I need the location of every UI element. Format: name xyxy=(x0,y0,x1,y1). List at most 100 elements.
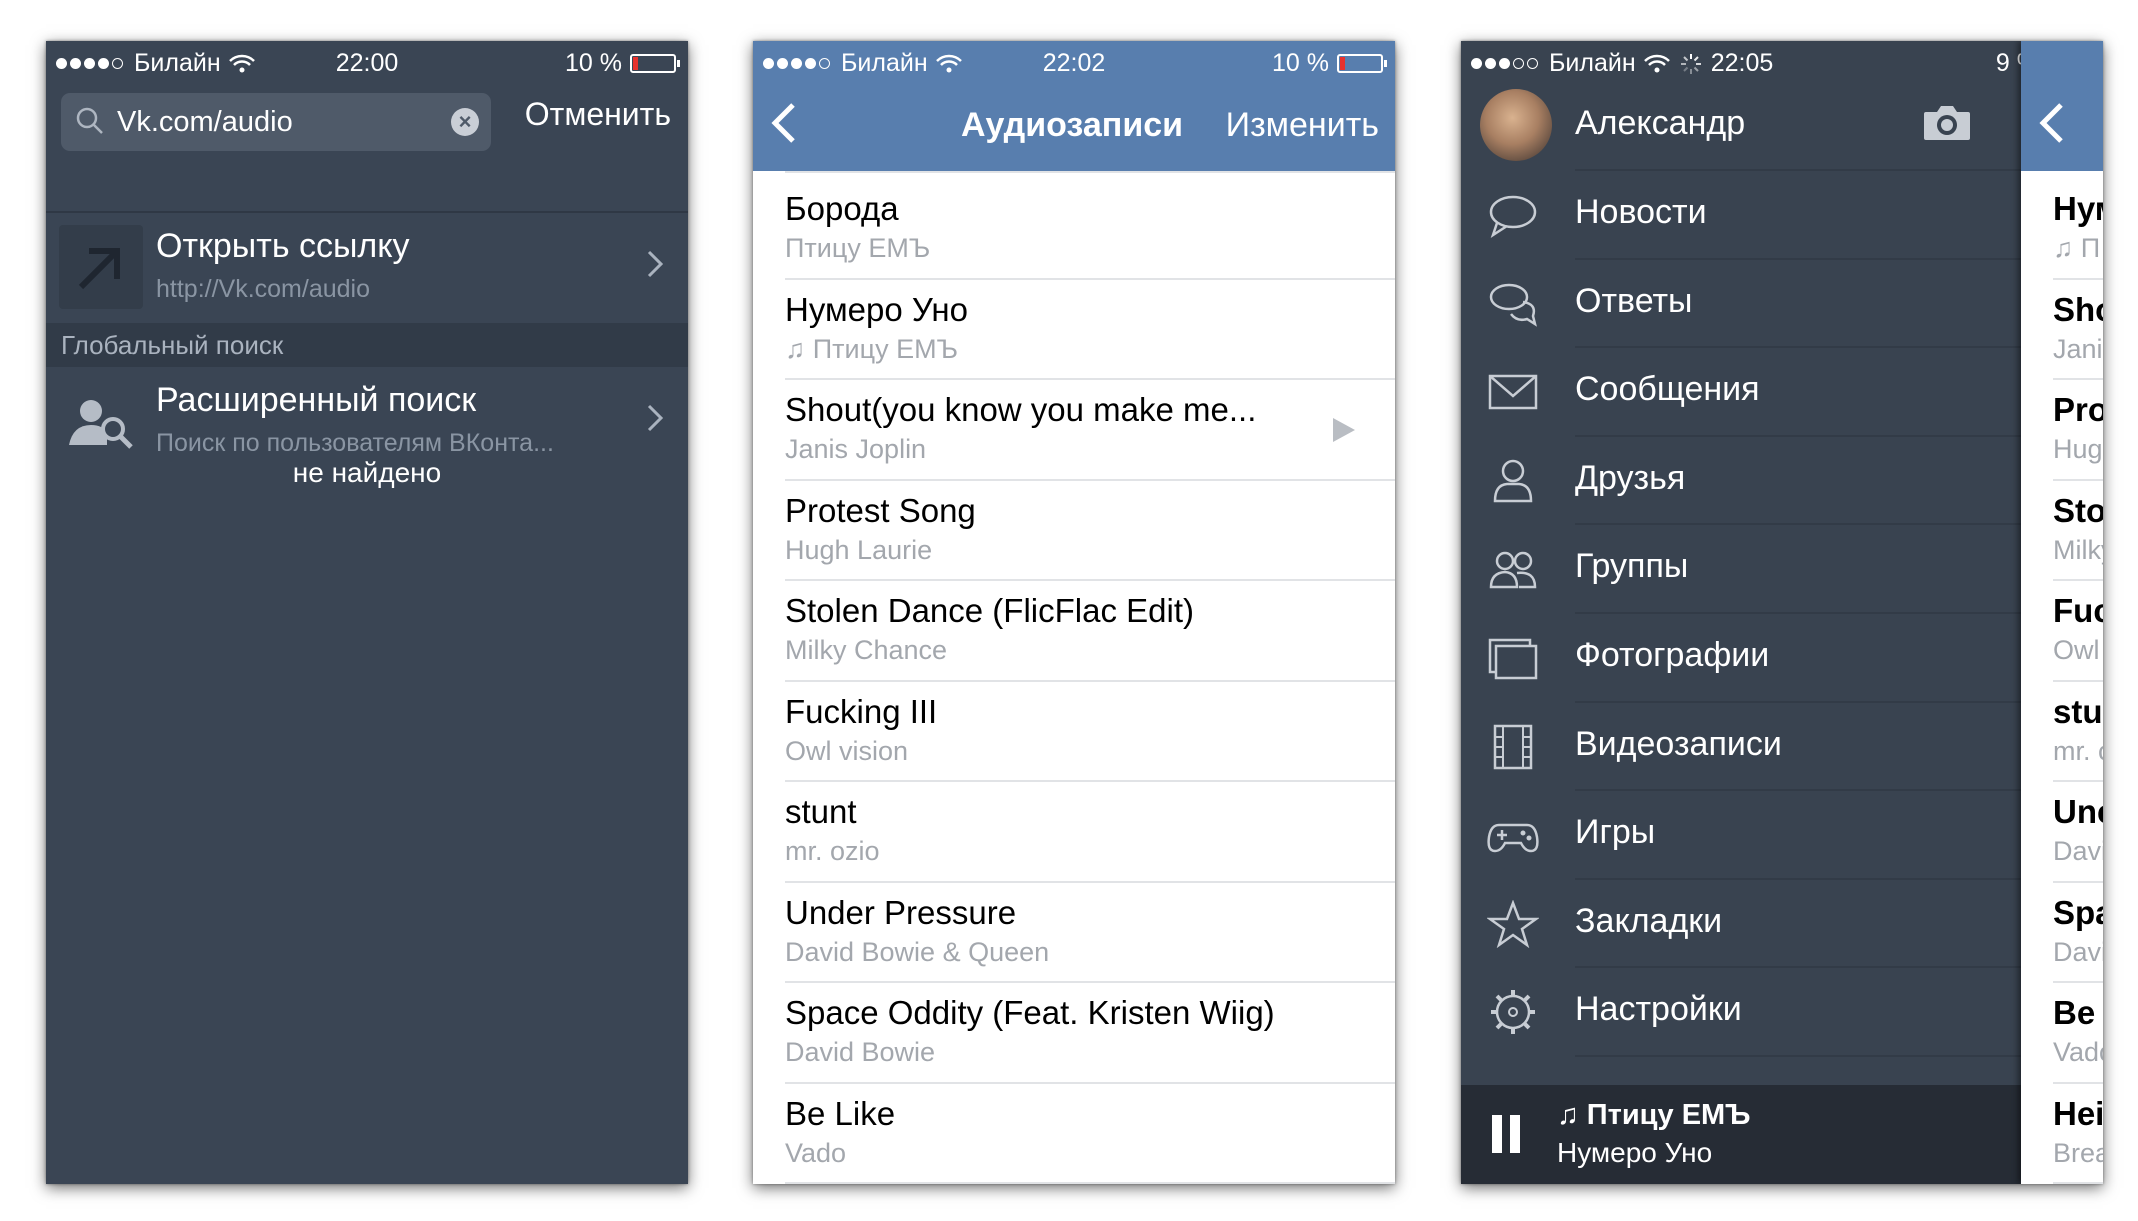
star-icon xyxy=(1486,899,1540,948)
back-chevron-icon[interactable] xyxy=(769,101,797,145)
battery-percent: 10 % xyxy=(1272,49,1329,77)
underlay-track-artist: Davi xyxy=(2053,836,2103,866)
underlay-track-row: Spa Davi xyxy=(2053,883,2103,983)
menu-item[interactable]: Новости xyxy=(1461,171,2021,260)
track-row[interactable]: Fucking III Owl vision xyxy=(785,682,1395,782)
underlay-track-title: Heis xyxy=(2053,1094,2103,1132)
pause-icon[interactable] xyxy=(1492,1115,1522,1153)
underlay-track-title: Fuc xyxy=(2053,592,2103,629)
clear-icon[interactable]: × xyxy=(451,108,479,136)
menu-item-label: Фотографии xyxy=(1575,635,1770,674)
underlay-track-title: stur xyxy=(2053,692,2103,730)
track-artist: Janis Joplin xyxy=(785,434,927,464)
track-row[interactable]: Space Oddity (Feat. Kristen Wiig) David B… xyxy=(785,983,1395,1084)
menu-item[interactable]: Сообщения xyxy=(1461,348,2021,437)
underlay-track-row: Unc Davi xyxy=(2053,782,2103,883)
track-row[interactable]: Stolen Dance (FlicFlac Edit) Milky Chance xyxy=(785,581,1395,682)
underlay-track-artist: Janis xyxy=(2053,333,2103,364)
track-title: Нумеро Уно xyxy=(785,290,968,328)
back-chevron-icon[interactable] xyxy=(2037,101,2065,145)
track-artist: Hugh Laurie xyxy=(785,534,933,565)
track-row[interactable]: Under Pressure David Bowie & Queen xyxy=(785,883,1395,983)
avatar[interactable] xyxy=(1480,89,1552,161)
play-icon[interactable] xyxy=(1331,416,1357,444)
track-row[interactable]: Борода Птицу ЕМЪ xyxy=(785,179,1395,280)
player-title: Нумеро Уно xyxy=(1557,1137,1713,1168)
person-icon xyxy=(1487,457,1539,505)
chevron-right-icon xyxy=(647,250,664,278)
underlay-track-row: stur mr. c xyxy=(2053,682,2103,782)
profile-name[interactable]: Александр xyxy=(1575,104,1745,143)
underlay-track-artist: Milky xyxy=(2053,534,2103,565)
underlay-track-row: Fuc Owl xyxy=(2053,581,2103,682)
open-link-row[interactable]: Открыть ссылку http://Vk.com/audio xyxy=(46,213,688,323)
menu-item-label: Друзья xyxy=(1575,458,1686,497)
battery-percent: 10 % xyxy=(565,49,622,77)
underlay-track-row: Sto Milky xyxy=(2053,481,2103,581)
open-link-title: Открыть ссылку xyxy=(156,227,410,265)
menu-item[interactable]: Фотографии xyxy=(1461,614,2021,703)
chevron-right-icon xyxy=(647,404,664,432)
clock: 22:05 xyxy=(1710,49,1774,77)
track-title: Shout(you know you make me... xyxy=(785,391,1257,428)
search-icon xyxy=(76,107,103,134)
track-artist: ♫ Птицу ЕМЪ xyxy=(785,333,958,364)
advanced-search-subtitle: Поиск по пользователям ВКонта... xyxy=(156,429,554,457)
not-found-message: не найдено xyxy=(292,457,442,488)
menu-item[interactable]: Игры xyxy=(1461,791,2021,880)
menu-item[interactable]: Друзья xyxy=(1461,437,2021,526)
underlay-track-title: Be l xyxy=(2053,994,2103,1031)
gamepad-icon xyxy=(1487,811,1539,859)
track-artist: Milky Chance xyxy=(785,635,948,665)
menu-item[interactable]: Ответы xyxy=(1461,260,2021,349)
track-row[interactable]: stunt mr. ozio xyxy=(785,782,1395,883)
menu-item-label: Группы xyxy=(1575,547,1689,586)
underlying-audio-screen[interactable]: Нум ♫ П Sho Janis Pro Hug Sto Milky Fuc Owl stur m… xyxy=(2021,41,2103,1184)
photos-icon xyxy=(1487,634,1539,682)
advanced-search-title: Расширенный поиск xyxy=(156,381,477,419)
track-row[interactable]: Shout(you know you make me... Janis Jopli… xyxy=(785,380,1395,481)
menu-item-label: Игры xyxy=(1575,813,1656,852)
track-title: Борода xyxy=(785,190,899,227)
menu-item-label: Настройки xyxy=(1575,990,1742,1029)
envelope-icon xyxy=(1487,368,1539,416)
underlay-track-title: Нум xyxy=(2053,190,2103,227)
status-bar: Билайн 22:02 10 % xyxy=(753,41,1395,87)
open-link-icon xyxy=(59,225,143,309)
track-artist: David Bowie & Queen xyxy=(785,936,1050,967)
film-icon xyxy=(1487,723,1539,771)
underlay-track-row: Be l Vado xyxy=(2053,983,2103,1084)
track-title: Be Like xyxy=(785,1094,896,1132)
underlay-track-artist: Vado xyxy=(2053,1037,2103,1067)
edit-button[interactable]: Изменить xyxy=(1226,106,1379,145)
gear-icon xyxy=(1487,988,1539,1036)
camera-icon[interactable] xyxy=(1922,104,1972,142)
menu-item[interactable]: Настройки xyxy=(1461,968,2021,1057)
phone-search-screen: Билайн 22:00 10 % Vk.com/audio × Отменит… xyxy=(46,41,688,1184)
track-title: Space Oddity (Feat. Kristen Wiig) xyxy=(785,994,1275,1031)
track-row[interactable]: Be Like Vado xyxy=(785,1084,1395,1184)
track-title: Fucking III xyxy=(785,692,938,730)
search-input[interactable]: Vk.com/audio × xyxy=(61,93,491,151)
status-bar: Билайн 22:05 9 % xyxy=(1461,41,2103,87)
menu-item-label: Закладки xyxy=(1575,901,1723,940)
mini-player[interactable]: ♫ Птицу ЕМЪ Нумеро Уно xyxy=(1461,1085,2021,1184)
track-title: Stolen Dance (FlicFlac Edit) xyxy=(785,592,1194,629)
underlay-track-row: Нум ♫ П xyxy=(2053,179,2103,280)
underlay-track-artist: Owl xyxy=(2053,635,2100,665)
track-title: Under Pressure xyxy=(785,893,1017,931)
player-artist: ♫ Птицу ЕМЪ xyxy=(1557,1099,1751,1131)
underlay-track-artist: Hug xyxy=(2053,434,2103,464)
track-list: Борода Птицу ЕМЪ Нумеро Уно ♫ Птицу ЕМЪ Shou… xyxy=(753,179,1395,1184)
menu-item[interactable]: Закладки xyxy=(1461,880,2021,969)
track-row[interactable]: Protest Song Hugh Laurie xyxy=(785,481,1395,581)
search-input-value: Vk.com/audio xyxy=(117,106,293,138)
track-row[interactable]: Нумеро Уно ♫ Птицу ЕМЪ xyxy=(785,280,1395,380)
menu-item-label: Сообщения xyxy=(1575,370,1760,409)
cancel-button[interactable]: Отменить xyxy=(525,96,671,133)
menu-item[interactable]: Группы xyxy=(1461,525,2021,614)
underlay-track-title: Unc xyxy=(2053,793,2103,830)
track-artist: Vado xyxy=(785,1137,847,1168)
underlay-track-artist: Davi xyxy=(2053,936,2103,967)
menu-item[interactable]: Видеозаписи xyxy=(1461,703,2021,792)
